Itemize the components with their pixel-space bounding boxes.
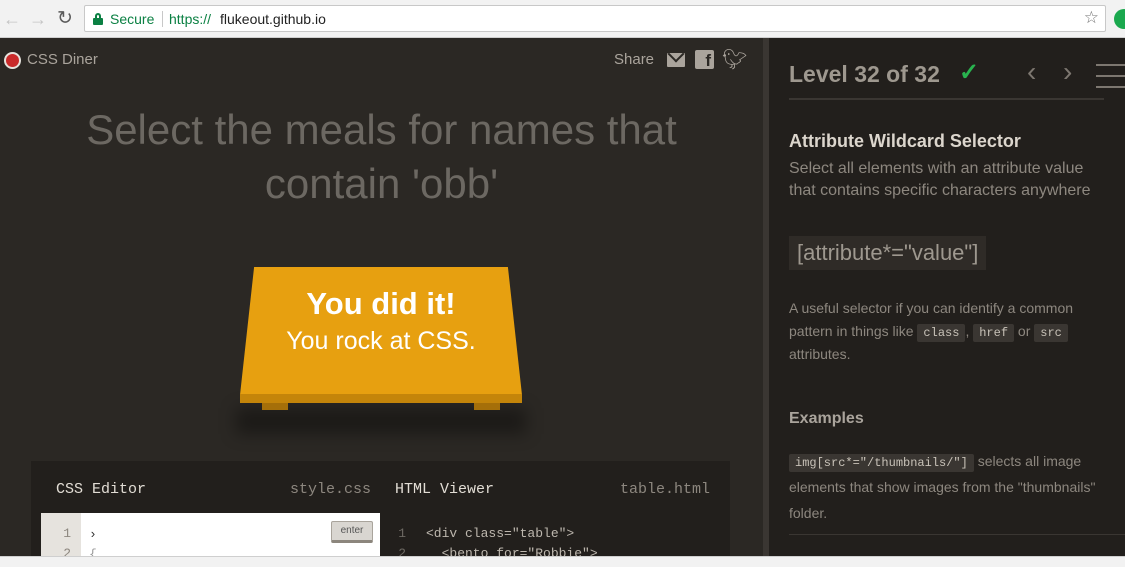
url-host: flukeout.github.io [220,11,326,27]
url-scheme: https:// [169,11,212,27]
css-filename: style.css [290,481,372,498]
email-icon[interactable] [667,53,685,67]
game-area: CSS Diner Share f 🐦︎ Select the meals fo… [0,38,763,567]
address-separator [162,11,163,27]
css-input-caret[interactable]: › [89,527,97,542]
extension-icon[interactable] [1114,9,1125,29]
hint-tag: href [973,324,1015,342]
level-sidebar: Level 32 of 32 ✓ ‹ › Attribute Wildcard … [763,38,1125,567]
menu-icon[interactable] [1096,64,1125,97]
lock-icon [93,13,103,25]
examples-heading: Examples [789,410,864,427]
win-title: You did it! [306,286,456,321]
html-filename: table.html [620,481,711,498]
hint-or: or [1017,323,1031,339]
enter-button[interactable]: enter [331,521,373,543]
browser-toolbar: ← → ↻ Secure https:// flukeout.github.io… [0,0,1125,38]
twitter-icon[interactable]: 🐦︎ [722,47,747,72]
css-editor-title: CSS Editor [56,481,147,498]
brand-name[interactable]: CSS Diner [27,51,98,68]
logo-icon [4,52,21,69]
previous-level-icon[interactable]: ‹ [1027,56,1036,88]
level-indicator: Level 32 of 32 [789,61,940,87]
level-instruction: Select the meals for names that contain … [0,103,763,211]
example-code: img[src*="/thumbnails/"] [789,454,974,472]
next-level-icon[interactable]: › [1063,56,1072,88]
forward-arrow-icon[interactable]: → [28,9,48,30]
instruction-line-1: Select the meals for names that [86,106,677,153]
selector-description: Select all elements with an attribute va… [789,160,1091,199]
reload-icon[interactable]: ↻ [55,7,75,30]
instruction-line-2: contain 'obb' [264,160,499,207]
selector-syntax: [attribute*="value"] [789,236,987,270]
win-subtitle: You rock at CSS. [286,327,476,355]
editor-panel: CSS Editor style.css HTML Viewer table.h… [31,461,730,567]
selector-name: Attribute Wildcard Selector [789,131,1021,151]
selector-hint: A useful selector if you can identify a … [789,300,1074,362]
example-item: img[src*="/thumbnails/"] selects all ima… [789,448,1119,526]
hint-tag: src [1034,324,1068,342]
secure-label: Secure [110,11,155,27]
address-bar[interactable]: Secure https:// flukeout.github.io ☆ [84,5,1106,32]
table-leg [262,403,288,410]
example-divider [789,534,1125,535]
back-arrow-icon[interactable]: ← [2,9,22,30]
table-shadow [236,408,526,434]
share-label: Share [614,51,655,68]
html-code-line[interactable]: <div class="table"> [426,526,574,541]
line-number: 1 [63,526,71,541]
html-viewer-title: HTML Viewer [395,481,495,498]
level-progress-line [789,98,1104,100]
bookmark-star-icon[interactable]: ☆ [1084,8,1099,28]
browser-bottom-bar [0,556,1125,567]
facebook-icon[interactable]: f [695,50,714,70]
table-leg [474,403,500,410]
checkmark-icon: ✓ [959,59,980,86]
line-number: 1 [398,526,406,541]
hint-tag: class [917,324,966,342]
table-edge [240,394,522,403]
hint-suffix: attributes. [789,346,851,362]
